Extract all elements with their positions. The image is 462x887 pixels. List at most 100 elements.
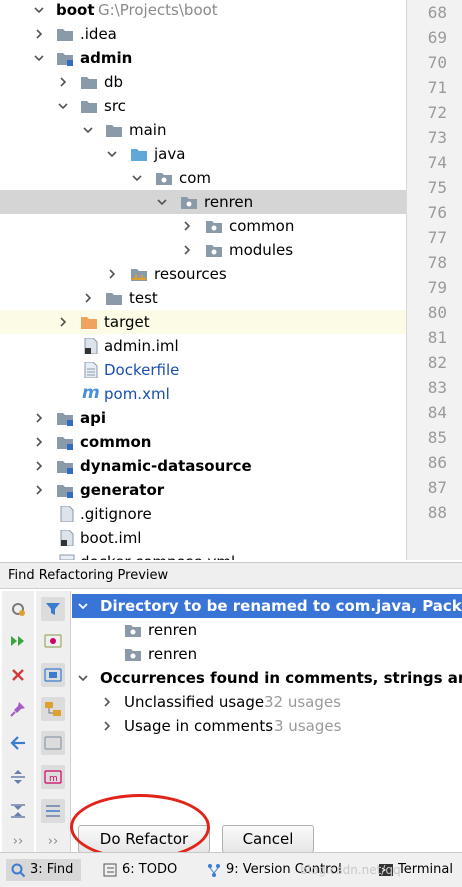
tree-row-target[interactable]: target: [0, 310, 406, 334]
panel-button-bar: Do Refactor Cancel: [72, 821, 462, 853]
text-file-icon: [58, 505, 76, 523]
tree-label: .gitignore: [80, 505, 152, 523]
tree-label: resources: [154, 265, 227, 283]
tree-row-resources[interactable]: resources: [0, 262, 406, 286]
line-number: 80: [427, 303, 447, 322]
cancel-button[interactable]: Cancel: [222, 825, 314, 853]
chevron-right-icon[interactable]: [182, 245, 192, 255]
more-chevrons-icon[interactable]: ››: [41, 829, 65, 853]
chevron-right-icon[interactable]: [83, 293, 93, 303]
chevron-right-icon[interactable]: [34, 413, 44, 423]
tree-row-modules[interactable]: modules: [0, 238, 406, 262]
line-number: 68: [427, 3, 447, 22]
tree-row-db[interactable]: db: [0, 70, 406, 94]
result-row-comments[interactable]: Usage in comments 3 usages: [72, 714, 462, 738]
chevron-down-icon[interactable]: [58, 101, 68, 111]
usage-count: 32 usages: [264, 693, 341, 711]
chevron-right-icon[interactable]: [58, 317, 68, 327]
panel-toolbar-left: ››: [2, 591, 34, 853]
tree-row-src[interactable]: src: [0, 94, 406, 118]
tree-row-gitignore[interactable]: .gitignore: [0, 502, 406, 526]
result-row-renren[interactable]: renren: [72, 642, 462, 666]
collapse-all-icon[interactable]: [6, 799, 30, 823]
tree-row-api[interactable]: api: [0, 406, 406, 430]
tree-row-common-module[interactable]: common: [0, 430, 406, 454]
iml-file-icon: [58, 529, 76, 547]
tree-row-java[interactable]: java: [0, 142, 406, 166]
chevron-right-icon[interactable]: [34, 437, 44, 447]
tree-row-dockerfile[interactable]: Dockerfile: [0, 358, 406, 382]
filter-icon[interactable]: [41, 597, 65, 621]
tree-row-docker-compose[interactable]: docker-compose.yml: [0, 550, 406, 560]
group-by-package-icon[interactable]: [41, 697, 65, 721]
chevron-down-icon[interactable]: [78, 601, 88, 611]
back-arrow-icon[interactable]: [6, 731, 30, 755]
tree-row-com[interactable]: com: [0, 166, 406, 190]
chevron-right-icon[interactable]: [58, 77, 68, 87]
tree-label: db: [104, 73, 124, 91]
chevron-down-icon[interactable]: [78, 673, 88, 683]
merge-usages-icon[interactable]: [41, 799, 65, 823]
tool-window-bar: 3: Find 6: TODO 9: Version Control Termi…: [0, 852, 462, 887]
chevron-down-icon[interactable]: [34, 5, 44, 15]
tree-row-admin[interactable]: admin: [0, 46, 406, 70]
tree-row-dynamic-datasource[interactable]: dynamic-datasource: [0, 454, 406, 478]
pin-icon[interactable]: [6, 697, 30, 721]
expand-all-icon[interactable]: [6, 765, 30, 789]
line-number: 79: [427, 278, 447, 297]
chevron-right-icon[interactable]: [102, 721, 112, 731]
chevron-right-icon[interactable]: [102, 697, 112, 707]
chevron-right-icon[interactable]: [107, 269, 117, 279]
line-number: 75: [427, 178, 447, 197]
tree-row-boot-iml[interactable]: boot.iml: [0, 526, 406, 550]
group-by-usage-type-icon[interactable]: [41, 629, 65, 653]
line-number: 82: [427, 353, 447, 372]
line-number: 70: [427, 53, 447, 72]
tree-label: java: [154, 145, 186, 163]
more-chevrons-icon[interactable]: ››: [6, 829, 30, 853]
source-folder-icon: [130, 146, 148, 162]
module-folder-icon: [56, 458, 74, 474]
tree-label: com: [179, 169, 212, 187]
find-tab-label: 3: Find: [30, 862, 74, 877]
folder-icon: [80, 98, 98, 114]
result-label: Usage in comments: [124, 717, 274, 735]
result-row-unclassified[interactable]: Unclassified usage 32 usages: [72, 690, 462, 714]
todo-tool-tab[interactable]: 6: TODO: [102, 859, 177, 881]
refactoring-results-tree[interactable]: Directory to be renamed to com.java, Pac…: [72, 591, 462, 821]
tree-row-test[interactable]: test: [0, 286, 406, 310]
tree-row-main[interactable]: main: [0, 118, 406, 142]
chevron-right-icon[interactable]: [34, 29, 44, 39]
run-all-icon[interactable]: [6, 629, 30, 653]
result-row-directory-rename[interactable]: Directory to be renamed to com.java, Pac…: [72, 594, 462, 618]
tree-row-renren[interactable]: renren: [0, 190, 406, 214]
do-refactor-button[interactable]: Do Refactor: [78, 825, 210, 853]
tree-row-generator[interactable]: generator: [0, 478, 406, 502]
tree-row-idea[interactable]: .idea: [0, 22, 406, 46]
chevron-right-icon[interactable]: [34, 461, 44, 471]
tree-row-common-pkg[interactable]: common: [0, 214, 406, 238]
close-icon[interactable]: [6, 663, 30, 687]
rerun-settings-icon[interactable]: [6, 597, 30, 621]
tree-label: Dockerfile: [104, 361, 180, 379]
tree-label: generator: [80, 481, 165, 499]
result-row-renren[interactable]: renren: [72, 618, 462, 642]
result-row-occurrences[interactable]: Occurrences found in comments, strings a…: [72, 666, 462, 690]
chevron-right-icon[interactable]: [34, 485, 44, 495]
tree-row-pom[interactable]: m pom.xml: [0, 382, 406, 406]
tree-label: admin: [80, 49, 133, 67]
chevron-down-icon[interactable]: [34, 53, 44, 63]
chevron-right-icon[interactable]: [182, 221, 192, 231]
tree-row-admin-iml[interactable]: admin.iml: [0, 334, 406, 358]
group-by-directory-icon[interactable]: [41, 731, 65, 755]
project-tree[interactable]: boot G:\Projects\boot .idea admin db src…: [0, 0, 406, 560]
chevron-down-icon[interactable]: [157, 197, 167, 207]
chevron-down-icon[interactable]: [83, 125, 93, 135]
find-tool-tab[interactable]: 3: Find: [6, 859, 82, 881]
chevron-down-icon[interactable]: [107, 149, 117, 159]
group-by-method-icon[interactable]: m: [41, 765, 65, 789]
tree-row-boot[interactable]: boot G:\Projects\boot: [0, 0, 406, 22]
chevron-down-icon[interactable]: [132, 173, 142, 183]
group-by-module-icon[interactable]: [41, 663, 65, 687]
tree-label: test: [129, 289, 158, 307]
